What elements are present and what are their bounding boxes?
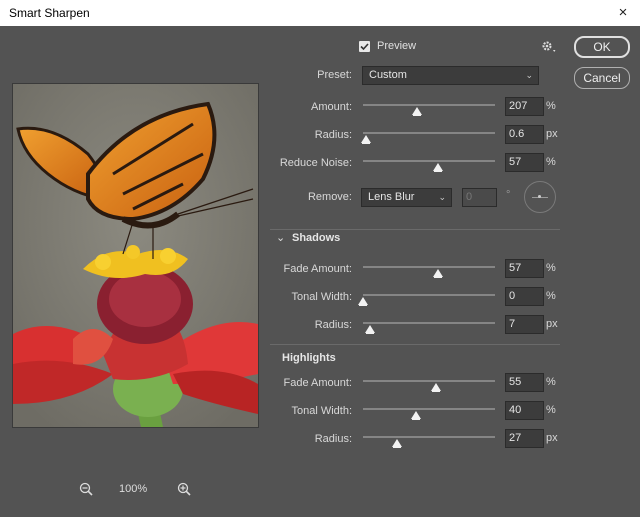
check-icon	[360, 43, 369, 51]
highlights-fade-amount-field[interactable]: 55	[505, 373, 544, 392]
zoom-level: 100%	[119, 483, 148, 495]
shadows-radius-unit: px	[546, 318, 558, 330]
amount-field[interactable]: 207	[505, 97, 544, 116]
shadows-radius-field[interactable]: 7	[505, 315, 544, 334]
highlights-title[interactable]: Highlights	[282, 352, 336, 364]
remove-select[interactable]: Lens Blur ⌄	[361, 188, 452, 207]
remove-label: Remove:	[307, 191, 352, 203]
chevron-down-icon: ⌄	[525, 70, 533, 80]
zoom-in-icon[interactable]	[177, 482, 191, 496]
preset-label: Preset:	[317, 69, 352, 81]
preset-value: Custom	[369, 69, 407, 81]
reduce-noise-slider-thumb[interactable]	[433, 163, 444, 172]
shadows-tonal-width-field[interactable]: 0	[505, 287, 544, 306]
radius-label: Radius:	[314, 129, 352, 141]
angle-field[interactable]: 0	[462, 188, 497, 207]
reduce-noise-field[interactable]: 57	[505, 153, 544, 172]
shadows-tonal-width-thumb[interactable]	[358, 297, 368, 306]
amount-unit: %	[546, 100, 556, 112]
shadows-fade-amount-unit: %	[546, 262, 556, 274]
reduce-noise-label: Reduce Noise:	[279, 157, 352, 169]
shadows-radius-thumb[interactable]	[364, 325, 375, 334]
chevron-down-icon: ⌄	[438, 192, 446, 202]
shadows-fade-amount-thumb[interactable]	[433, 269, 444, 278]
preview-checkbox[interactable]	[359, 41, 370, 52]
shadows-tonal-width-track[interactable]	[363, 294, 495, 296]
shadows-fade-amount-label: Fade Amount:	[283, 263, 353, 275]
shadows-radius-label: Radius:	[314, 319, 352, 331]
divider	[270, 229, 560, 230]
shadows-tonal-width-unit: %	[546, 290, 556, 302]
cancel-button[interactable]: Cancel	[574, 67, 630, 89]
gear-icon[interactable]	[541, 40, 557, 54]
amount-label: Amount:	[311, 101, 352, 113]
highlights-fade-amount-track[interactable]	[363, 380, 495, 382]
highlights-tonal-width-unit: %	[546, 404, 556, 416]
ok-button[interactable]: OK	[574, 36, 630, 58]
radius-field[interactable]: 0.6	[505, 125, 544, 144]
window-title: Smart Sharpen	[9, 6, 90, 20]
shadows-tonal-width-label: Tonal Width:	[291, 291, 352, 303]
close-icon[interactable]: ×	[612, 3, 634, 23]
highlights-tonal-width-label: Tonal Width:	[291, 405, 352, 417]
highlights-radius-unit: px	[546, 432, 558, 444]
highlights-fade-amount-label: Fade Amount:	[283, 377, 353, 389]
radius-slider-track[interactable]	[363, 132, 495, 134]
highlights-radius-field[interactable]: 27	[505, 429, 544, 448]
radius-slider-thumb[interactable]	[360, 135, 371, 144]
highlights-tonal-width-field[interactable]: 40	[505, 401, 544, 420]
shadows-radius-track[interactable]	[363, 322, 495, 324]
preset-select[interactable]: Custom ⌄	[362, 66, 539, 85]
title-bar	[0, 0, 640, 26]
degree-symbol: °	[506, 189, 511, 201]
zoom-out-icon[interactable]	[79, 482, 93, 496]
highlights-radius-thumb[interactable]	[392, 439, 403, 448]
highlights-fade-amount-unit: %	[546, 376, 556, 388]
amount-slider-thumb[interactable]	[412, 107, 423, 116]
highlights-fade-amount-thumb[interactable]	[430, 383, 441, 392]
shadows-title[interactable]: Shadows	[292, 232, 340, 244]
highlights-tonal-width-track[interactable]	[363, 408, 495, 410]
divider	[270, 344, 560, 345]
shadows-fade-amount-track[interactable]	[363, 266, 495, 268]
highlights-radius-label: Radius:	[314, 433, 352, 445]
reduce-noise-unit: %	[546, 156, 556, 168]
amount-slider-track[interactable]	[363, 104, 495, 106]
highlights-radius-track[interactable]	[363, 436, 495, 438]
shadows-fade-amount-field[interactable]: 57	[505, 259, 544, 278]
collapse-chevron-icon[interactable]: ⌄	[276, 231, 285, 244]
radius-unit: px	[546, 128, 558, 140]
highlights-tonal-width-thumb[interactable]	[410, 411, 421, 420]
preview-label[interactable]: Preview	[377, 40, 416, 52]
remove-value: Lens Blur	[368, 191, 415, 203]
angle-dial[interactable]	[524, 181, 556, 213]
dial-center	[538, 195, 541, 198]
reduce-noise-slider-track[interactable]	[363, 160, 495, 162]
